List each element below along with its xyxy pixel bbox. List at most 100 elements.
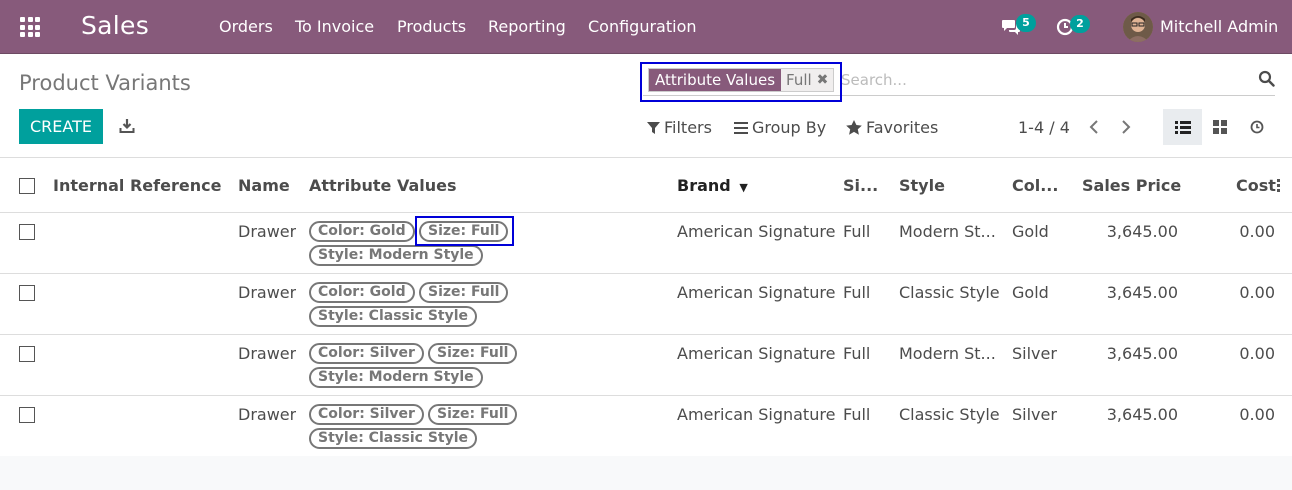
header-size[interactable]: Si... [843, 176, 878, 195]
product-variants-table: Internal Reference Name Attribute Values… [0, 157, 1292, 457]
cell-name: Drawer [238, 405, 297, 424]
groupby-label: Group By [752, 118, 827, 137]
cell-color: Silver [1012, 405, 1057, 424]
cell-name: Drawer [238, 222, 297, 241]
row-checkbox[interactable] [19, 407, 35, 423]
cell-size: Full [843, 283, 871, 302]
attribute-chip-size: Size: Full [428, 404, 518, 425]
chevron-right-icon[interactable] [1120, 120, 1132, 134]
user-avatar[interactable] [1123, 12, 1153, 42]
cell-cost: 0.00 [1239, 405, 1275, 424]
cell-size: Full [843, 405, 871, 424]
header-brand-label: Brand [677, 176, 731, 195]
search-bar: Attribute Values Full ✖ [643, 64, 1275, 96]
list-icon [1174, 120, 1191, 134]
menu-configuration[interactable]: Configuration [588, 17, 697, 36]
cell-cost: 0.00 [1239, 222, 1275, 241]
header-sales-price[interactable]: Sales Price [1082, 176, 1181, 195]
filters-button[interactable]: Filters [647, 118, 712, 137]
menu-orders[interactable]: Orders [219, 17, 273, 36]
attribute-chip-size: Size: Full [419, 221, 509, 242]
cell-sales-price: 3,645.00 [1106, 405, 1178, 424]
cell-color: Gold [1012, 222, 1049, 241]
table-row[interactable]: Drawer Color: Silver Size: Full Style: C… [0, 396, 1292, 457]
cell-brand: American Signature [677, 344, 836, 363]
table-row[interactable]: Drawer Color: Gold Size: Full Style: Cla… [0, 274, 1292, 335]
attribute-chip-size: Size: Full [428, 343, 518, 364]
menu-products[interactable]: Products [397, 17, 466, 36]
bars-icon [734, 122, 748, 134]
cell-style: Modern St... [899, 222, 996, 241]
header-color[interactable]: Col... [1012, 176, 1058, 195]
filter-icon [647, 121, 660, 134]
groupby-button[interactable]: Group By [734, 118, 826, 137]
cell-style: Modern St... [899, 344, 996, 363]
messages-count-badge: 5 [1016, 14, 1036, 32]
list-view-button[interactable] [1163, 109, 1202, 145]
cell-sales-price: 3,645.00 [1106, 344, 1178, 363]
attribute-chip-color: Color: Gold [309, 221, 415, 242]
filters-label: Filters [664, 118, 712, 137]
facet-remove-icon[interactable]: ✖ [817, 71, 829, 90]
cell-cost: 0.00 [1239, 344, 1275, 363]
table-row[interactable]: Drawer Color: Silver Size: Full Style: M… [0, 335, 1292, 396]
table-row[interactable]: Drawer Color: Gold Size: Full Style: Mod… [0, 213, 1292, 274]
cell-color: Silver [1012, 344, 1057, 363]
star-icon [846, 120, 862, 135]
menu-to-invoice[interactable]: To Invoice [295, 17, 374, 36]
column-options-icon[interactable] [1277, 179, 1281, 192]
activity-view-button[interactable] [1237, 109, 1276, 145]
app-menu-grid-icon[interactable] [20, 17, 40, 37]
page-title: Product Variants [19, 71, 191, 95]
kanban-icon [1212, 120, 1227, 134]
chevron-left-icon[interactable] [1088, 120, 1100, 134]
favorites-label: Favorites [866, 118, 939, 137]
table-footer-area [0, 456, 1292, 490]
header-style[interactable]: Style [899, 176, 945, 195]
activity-clock-icon [1250, 120, 1263, 134]
attribute-chip-style: Style: Modern Style [309, 245, 483, 266]
header-internal-reference[interactable]: Internal Reference [53, 176, 221, 195]
attribute-chip-color: Color: Silver [309, 404, 424, 425]
cell-brand: American Signature [677, 222, 836, 241]
search-input[interactable] [841, 68, 1241, 92]
cell-style: Classic Style [899, 283, 1000, 302]
favorites-button[interactable]: Favorites [846, 118, 938, 137]
attribute-chip-color: Color: Gold [309, 282, 415, 303]
row-checkbox[interactable] [19, 224, 35, 240]
cell-size: Full [843, 222, 871, 241]
download-icon[interactable] [119, 118, 135, 134]
row-checkbox[interactable] [19, 346, 35, 362]
kanban-view-button[interactable] [1200, 109, 1239, 145]
header-brand[interactable]: Brand ▼ [677, 176, 748, 195]
attribute-chip-style: Style: Classic Style [309, 306, 478, 327]
app-name[interactable]: Sales [81, 11, 149, 40]
attribute-chip-style: Style: Classic Style [309, 428, 478, 449]
header-attribute-values[interactable]: Attribute Values [309, 176, 457, 195]
cell-sales-price: 3,645.00 [1106, 222, 1178, 241]
facet-category: Attribute Values [649, 69, 782, 91]
header-name[interactable]: Name [238, 176, 290, 195]
cell-name: Drawer [238, 344, 297, 363]
search-icon[interactable] [1258, 70, 1275, 87]
cell-brand: American Signature [677, 405, 836, 424]
menu-reporting[interactable]: Reporting [488, 17, 566, 36]
select-all-checkbox[interactable] [19, 178, 35, 194]
user-name[interactable]: Mitchell Admin [1160, 17, 1278, 36]
row-checkbox[interactable] [19, 285, 35, 301]
cell-size: Full [843, 344, 871, 363]
pager-value[interactable]: 1-4 / 4 [1018, 118, 1070, 137]
facet-value-wrap: Full ✖ [781, 69, 834, 91]
create-button[interactable]: CREATE [19, 109, 103, 144]
sort-desc-icon: ▼ [739, 181, 748, 194]
attribute-chip-size: Size: Full [419, 282, 509, 303]
cell-brand: American Signature [677, 283, 836, 302]
cell-color: Gold [1012, 283, 1049, 302]
cell-name: Drawer [238, 283, 297, 302]
activities-count-badge: 2 [1070, 15, 1090, 33]
facet-value: Full [786, 70, 812, 89]
cell-sales-price: 3,645.00 [1106, 283, 1178, 302]
header-cost[interactable]: Cost [1236, 176, 1276, 195]
search-facet[interactable]: Attribute Values Full ✖ [648, 68, 835, 92]
attribute-chip-color: Color: Silver [309, 343, 424, 364]
